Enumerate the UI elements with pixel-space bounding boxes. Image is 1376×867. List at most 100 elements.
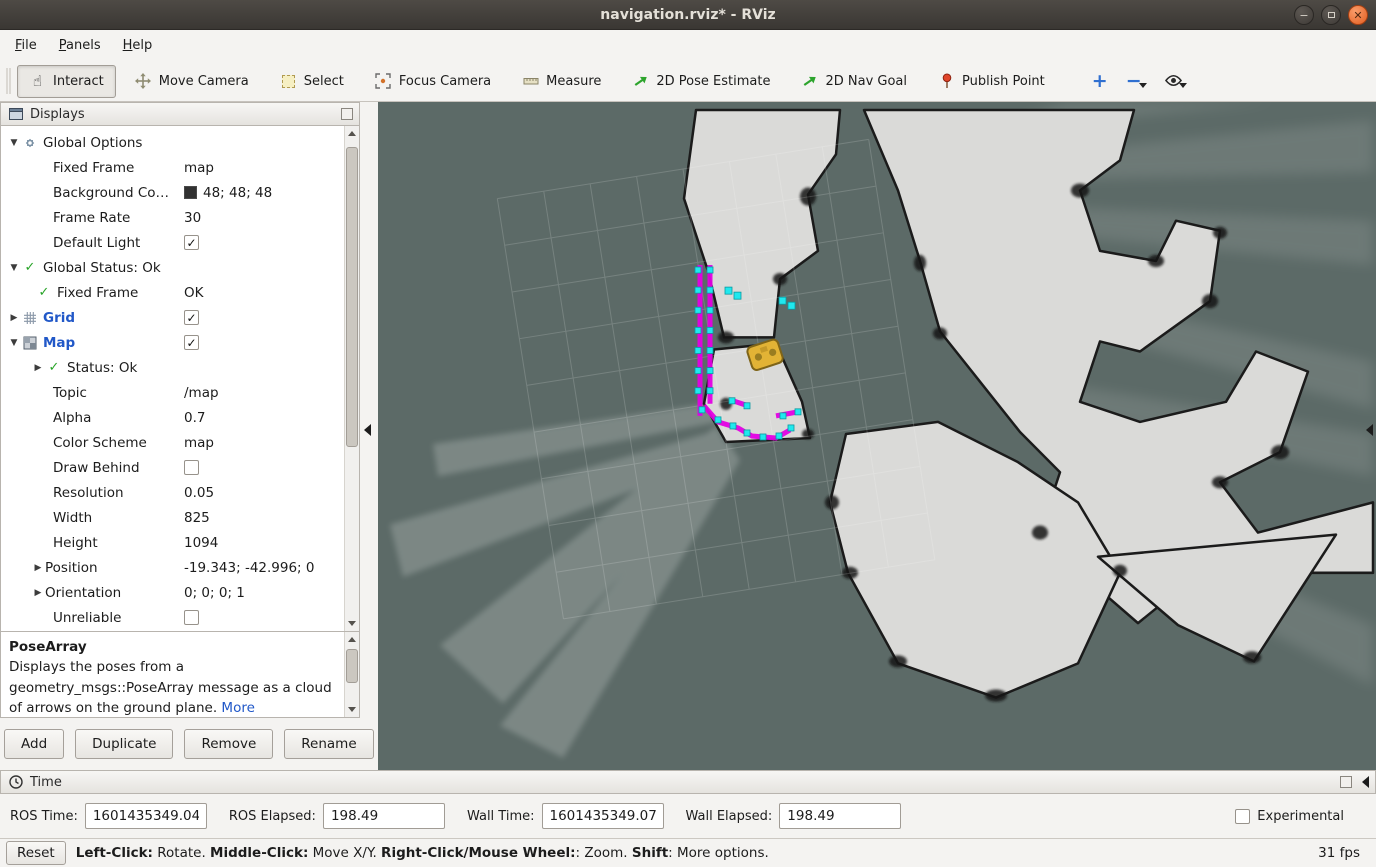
tree-row-frame-rate[interactable]: Frame Rate 30 (1, 205, 344, 230)
tree-row-default-light[interactable]: Default Light ✓ (1, 230, 344, 255)
tree-row-height[interactable]: Height 1094 (1, 530, 344, 555)
scroll-down-button[interactable] (345, 702, 359, 717)
tree-row-fixed-frame-status[interactable]: ✓ Fixed Frame OK (1, 280, 344, 305)
checkbox[interactable]: ✓ (184, 235, 199, 250)
tree-row-unreliable[interactable]: Unreliable (1, 605, 344, 630)
scroll-up-button[interactable] (345, 632, 359, 647)
tool-interact[interactable]: ☝ Interact (17, 65, 116, 98)
map-render (378, 102, 1376, 770)
close-button[interactable]: ✕ (1348, 5, 1368, 25)
experimental-checkbox[interactable] (1235, 809, 1250, 824)
ros-time-label: ROS Time: (10, 809, 78, 824)
checkbox[interactable] (184, 460, 199, 475)
window-title: navigation.rviz* - RViz (600, 7, 775, 23)
statusbar: Reset Left-Click: Rotate. Middle-Click: … (0, 838, 1376, 867)
property-value[interactable]: 30 (184, 210, 201, 226)
expander-icon[interactable]: ▶ (7, 313, 21, 323)
remove-tool-button[interactable]: − (1126, 72, 1147, 91)
duplicate-button[interactable]: Duplicate (75, 729, 173, 759)
tree-row-background-color[interactable]: Background Co… 48; 48; 48 (1, 180, 344, 205)
property-value[interactable]: map (184, 160, 214, 176)
maximize-button[interactable] (1321, 5, 1341, 25)
tree-row-topic[interactable]: Topic /map (1, 380, 344, 405)
expander-icon[interactable]: ▼ (7, 263, 21, 273)
property-value[interactable]: /map (184, 385, 219, 401)
remove-button[interactable]: Remove (184, 729, 273, 759)
tool-publish-point[interactable]: Publish Point (926, 65, 1057, 98)
scrollbar-thumb[interactable] (346, 649, 358, 683)
tool-select[interactable]: Select (268, 65, 356, 98)
collapse-left-arrow-icon[interactable] (364, 424, 371, 436)
3d-viewport[interactable] (378, 102, 1376, 770)
checkbox[interactable]: ✓ (184, 310, 199, 325)
expander-icon[interactable]: ▶ (31, 363, 45, 373)
tool-focus-camera[interactable]: Focus Camera (363, 65, 503, 98)
expander-icon[interactable]: ▼ (7, 138, 21, 148)
tree-row-width[interactable]: Width 825 (1, 505, 344, 530)
tree-row-draw-behind[interactable]: Draw Behind (1, 455, 344, 480)
tree-row-orientation[interactable]: ▶ Orientation 0; 0; 0; 1 (1, 580, 344, 605)
tree-row-map[interactable]: ▼ Map ✓ (1, 330, 344, 355)
add-tool-button[interactable]: + (1092, 72, 1108, 91)
tool-move-camera[interactable]: Move Camera (123, 65, 261, 98)
select-box-icon (280, 73, 297, 90)
panel-title: Displays (30, 107, 85, 122)
tree-row-grid[interactable]: ▶ Grid ✓ (1, 305, 344, 330)
tree-row-global-options[interactable]: ▼ Global Options (1, 130, 344, 155)
scrollbar-thumb[interactable] (346, 147, 358, 447)
menu-file[interactable]: File (4, 33, 48, 58)
ruler-icon (522, 73, 539, 90)
expander-icon[interactable]: ▶ (31, 588, 45, 598)
tool-visibility-button[interactable] (1165, 72, 1187, 89)
wall-elapsed-input[interactable] (779, 803, 901, 829)
expander-icon[interactable]: ▼ (7, 338, 21, 348)
green-arrow-icon (632, 73, 649, 90)
map-icon (21, 335, 39, 351)
chevron-down-icon (1179, 83, 1187, 88)
tree-row-global-status[interactable]: ▼ ✓ Global Status: Ok (1, 255, 344, 280)
time-panel-header[interactable]: Time (0, 770, 1376, 794)
expander-icon[interactable]: ▶ (31, 563, 45, 573)
toolbar-drag-handle[interactable] (6, 68, 11, 94)
checkbox[interactable]: ✓ (184, 335, 199, 350)
tool-measure[interactable]: Measure (510, 65, 613, 98)
description-text: Displays the poses from a geometry_msgs:… (9, 659, 332, 716)
tree-row-color-scheme[interactable]: Color Scheme map (1, 430, 344, 455)
move-icon (135, 73, 152, 90)
panel-float-button[interactable] (341, 108, 353, 120)
plus-icon: + (1092, 72, 1108, 91)
tree-row-fixed-frame[interactable]: Fixed Frame map (1, 155, 344, 180)
menu-help[interactable]: Help (112, 33, 164, 58)
displays-panel-header[interactable]: Displays (0, 102, 360, 126)
checkbox[interactable] (184, 610, 199, 625)
menu-panels[interactable]: Panels (48, 33, 112, 58)
panel-splitter[interactable] (360, 102, 378, 770)
chevron-down-icon (1139, 83, 1147, 88)
tree-row-position[interactable]: ▶ Position -19.343; -42.996; 0 (1, 555, 344, 580)
tool-2d-pose-estimate[interactable]: 2D Pose Estimate (620, 65, 782, 98)
collapse-right-arrow-icon[interactable] (1366, 424, 1373, 436)
panel-float-button[interactable] (1340, 776, 1352, 788)
add-button[interactable]: Add (4, 729, 64, 759)
tool-2d-nav-goal[interactable]: 2D Nav Goal (789, 65, 919, 98)
wall-time-label: Wall Time: (467, 809, 535, 824)
tree-row-alpha[interactable]: Alpha 0.7 (1, 405, 344, 430)
minimize-button[interactable]: − (1294, 5, 1314, 25)
reset-button[interactable]: Reset (6, 841, 66, 865)
property-value[interactable]: map (184, 435, 214, 451)
check-icon: ✓ (45, 360, 63, 376)
scroll-down-button[interactable] (345, 616, 359, 631)
description-scrollbar[interactable] (344, 632, 359, 717)
tree-row-map-status[interactable]: ▶ ✓ Status: Ok (1, 355, 344, 380)
collapse-arrow-icon[interactable] (1362, 776, 1369, 788)
window-titlebar[interactable]: navigation.rviz* - RViz − ✕ (0, 0, 1376, 30)
wall-time-input[interactable] (542, 803, 664, 829)
scroll-up-button[interactable] (345, 126, 359, 141)
property-value[interactable]: 0.7 (184, 410, 205, 426)
ros-elapsed-input[interactable] (323, 803, 445, 829)
time-fields: ROS Time: ROS Elapsed: Wall Time: Wall E… (0, 794, 1376, 838)
ros-time-input[interactable] (85, 803, 207, 829)
tree-scrollbar[interactable] (344, 126, 359, 631)
tree-row-resolution[interactable]: Resolution 0.05 (1, 480, 344, 505)
displays-panel: Displays ▼ Global Options Fixed Frame ma… (0, 102, 360, 770)
